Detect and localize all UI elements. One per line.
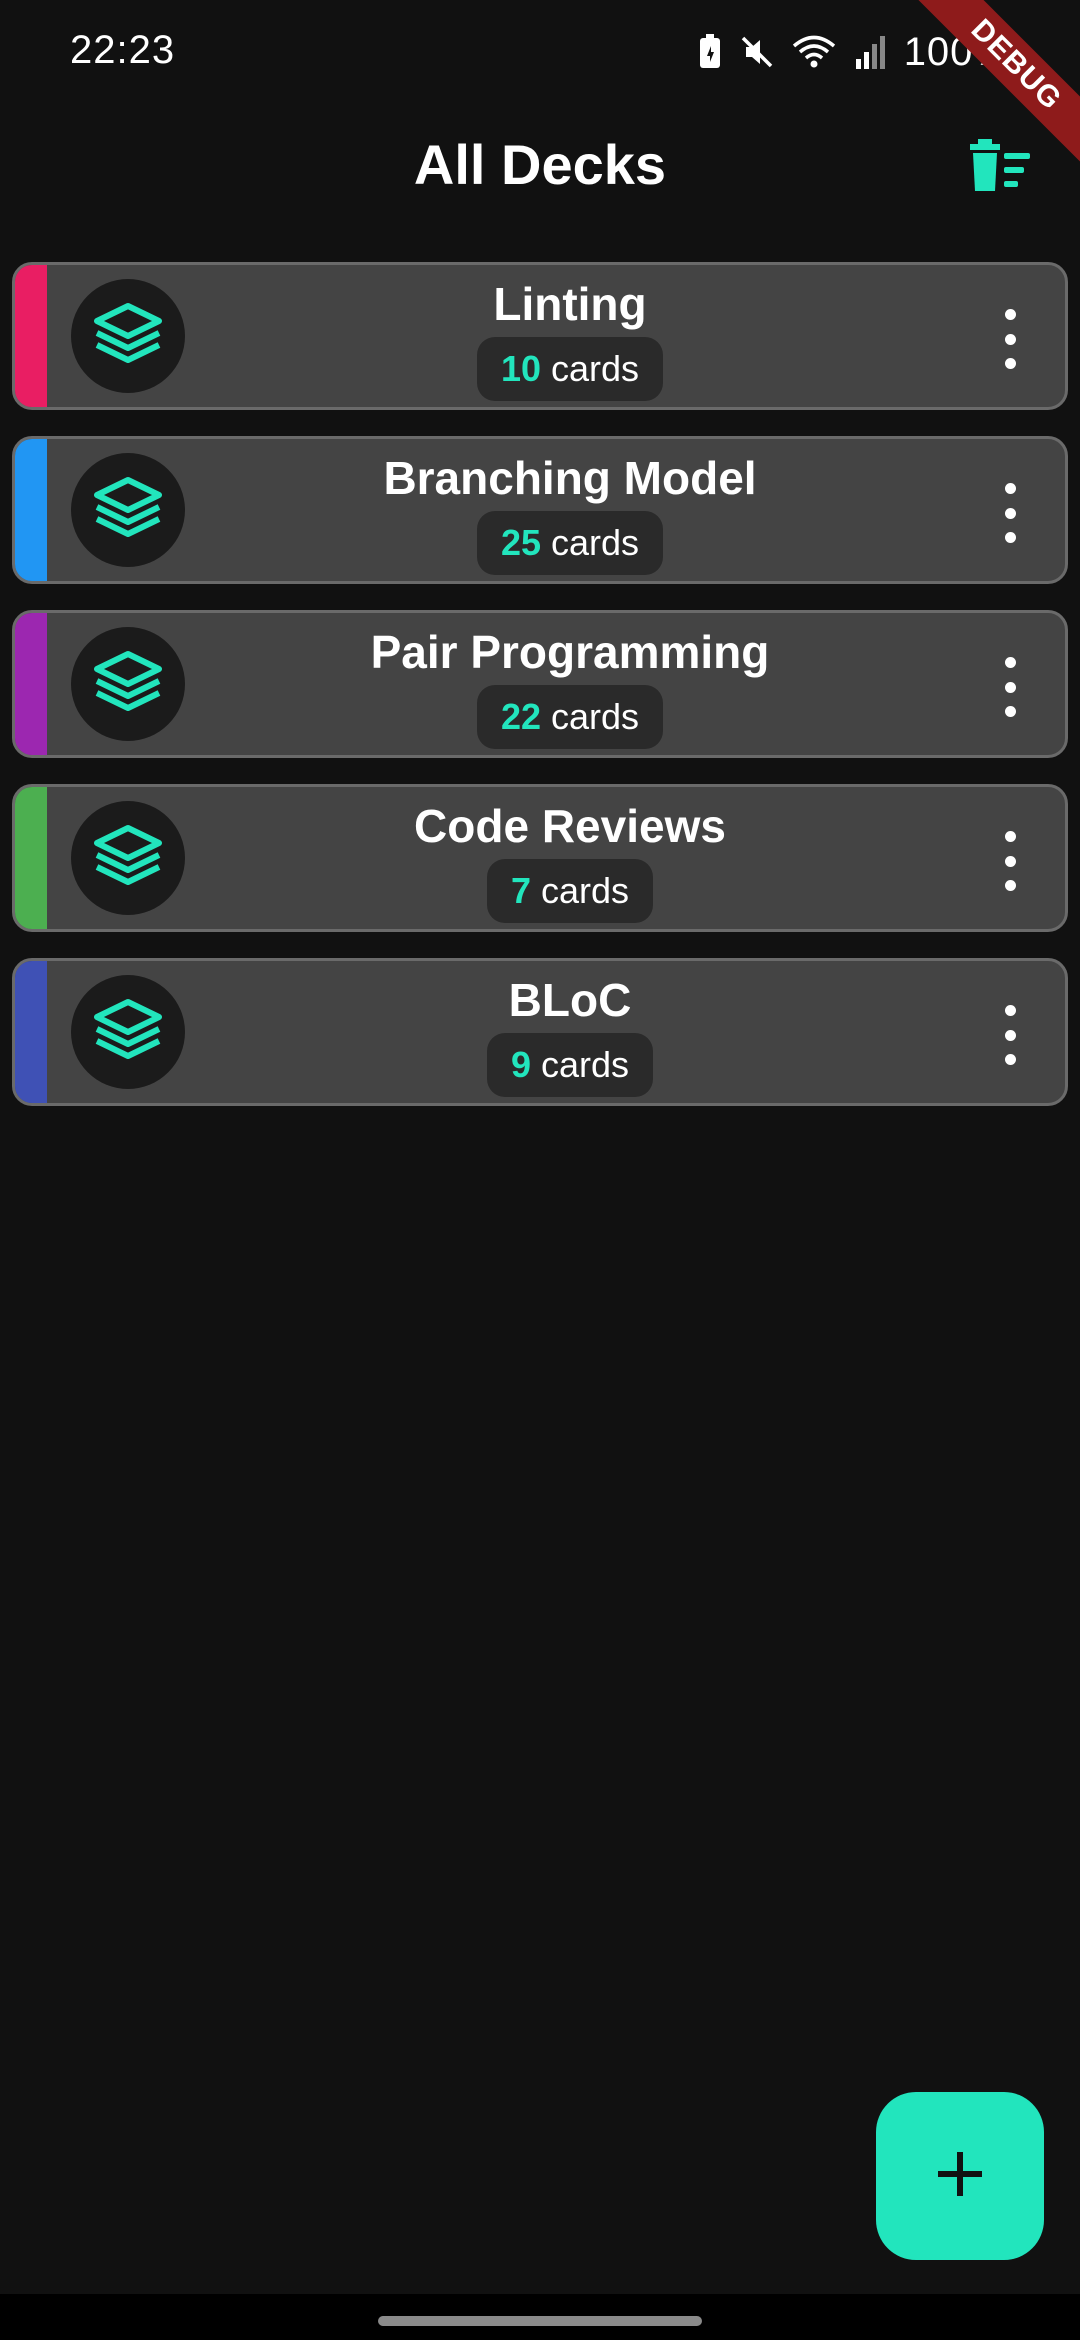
deck-card-count: 10 cards <box>476 337 664 401</box>
more-vert-dot <box>1004 706 1016 717</box>
deck-avatar <box>71 627 185 741</box>
signal-icon <box>854 35 886 69</box>
more-options-button[interactable] <box>995 657 1025 717</box>
deck-card-bloc[interactable]: BLoC 9 cards <box>12 958 1068 1106</box>
deck-card-pair-programming[interactable]: Pair Programming 22 cards <box>12 610 1068 758</box>
more-vert-dot <box>1004 681 1016 693</box>
layers-icon <box>93 650 163 719</box>
add-deck-button[interactable] <box>876 2092 1044 2260</box>
deck-accent <box>15 961 47 1103</box>
more-vert-icon <box>1004 309 1016 320</box>
more-vert-dot <box>1004 333 1016 345</box>
deck-info: Linting 10 cards <box>195 277 945 401</box>
deck-list: Linting 10 cards Branching Model 25 card… <box>12 262 1068 1132</box>
deck-count-number: 9 <box>510 1044 531 1085</box>
deck-card-count: 22 cards <box>476 685 664 749</box>
deck-count-suffix: cards <box>551 696 640 737</box>
more-vert-dot <box>1004 880 1016 891</box>
deck-accent <box>15 787 47 929</box>
more-vert-dot <box>1004 358 1016 369</box>
deck-card-count: 9 cards <box>486 1033 654 1097</box>
more-vert-dot <box>1004 855 1016 867</box>
deck-title: Pair Programming <box>370 626 770 678</box>
battery-percent: 100% <box>903 29 1010 74</box>
deck-card-code-reviews[interactable]: Code Reviews 7 cards <box>12 784 1068 932</box>
deck-title: Code Reviews <box>414 800 726 852</box>
layers-icon <box>93 302 163 371</box>
deck-accent <box>15 439 47 581</box>
deck-accent <box>15 265 47 407</box>
screen: 22:23 100% DEBUG All Decks Linting 10 ca… <box>0 0 1080 2340</box>
layers-icon <box>93 476 163 545</box>
status-time: 22:23 <box>70 28 176 72</box>
mute-icon <box>740 35 774 69</box>
deck-count-number: 22 <box>500 696 541 737</box>
more-vert-dot <box>1004 507 1016 519</box>
more-vert-icon <box>1004 1005 1016 1016</box>
app-bar: All Decks <box>0 104 1080 234</box>
deck-count-suffix: cards <box>551 522 640 563</box>
page-title: All Decks <box>413 133 667 196</box>
deck-card-count: 7 cards <box>486 859 654 923</box>
more-options-button[interactable] <box>995 831 1025 891</box>
deck-card-branching-model[interactable]: Branching Model 25 cards <box>12 436 1068 584</box>
more-options-button[interactable] <box>995 309 1025 369</box>
more-vert-icon <box>1004 483 1016 494</box>
deck-count-suffix: cards <box>541 1044 630 1085</box>
deck-card-linting[interactable]: Linting 10 cards <box>12 262 1068 410</box>
deck-card-count: 25 cards <box>476 511 664 575</box>
more-vert-dot <box>1004 532 1016 543</box>
deck-count-number: 10 <box>500 348 541 389</box>
deck-avatar <box>71 975 185 1089</box>
deck-accent <box>15 613 47 755</box>
deck-avatar <box>71 801 185 915</box>
home-gesture-handle[interactable] <box>378 2316 702 2326</box>
battery-saver-icon <box>698 34 722 70</box>
deck-title: BLoC <box>508 974 632 1026</box>
deck-avatar <box>71 453 185 567</box>
status-bar: 22:23 100% <box>0 0 1080 104</box>
clear-all-icon <box>968 138 1032 198</box>
more-vert-icon <box>1004 657 1016 668</box>
plus-icon <box>935 2149 985 2204</box>
deck-info: Pair Programming 22 cards <box>195 625 945 749</box>
system-nav-bar <box>0 2294 1080 2340</box>
status-icons: 100% <box>698 30 1010 74</box>
more-vert-dot <box>1004 1029 1016 1041</box>
deck-info: Branching Model 25 cards <box>195 451 945 575</box>
layers-icon <box>93 998 163 1067</box>
deck-count-number: 7 <box>510 870 531 911</box>
more-options-button[interactable] <box>995 483 1025 543</box>
more-options-button[interactable] <box>995 1005 1025 1065</box>
layers-icon <box>93 824 163 893</box>
clear-all-button[interactable] <box>960 128 1040 208</box>
deck-count-suffix: cards <box>541 870 630 911</box>
deck-title: Branching Model <box>383 452 757 504</box>
deck-info: Code Reviews 7 cards <box>195 799 945 923</box>
more-vert-icon <box>1004 831 1016 842</box>
deck-title: Linting <box>493 278 647 330</box>
more-vert-dot <box>1004 1054 1016 1065</box>
deck-count-number: 25 <box>500 522 541 563</box>
deck-info: BLoC 9 cards <box>195 973 945 1097</box>
deck-count-suffix: cards <box>551 348 640 389</box>
deck-avatar <box>71 279 185 393</box>
wifi-icon <box>792 35 836 69</box>
